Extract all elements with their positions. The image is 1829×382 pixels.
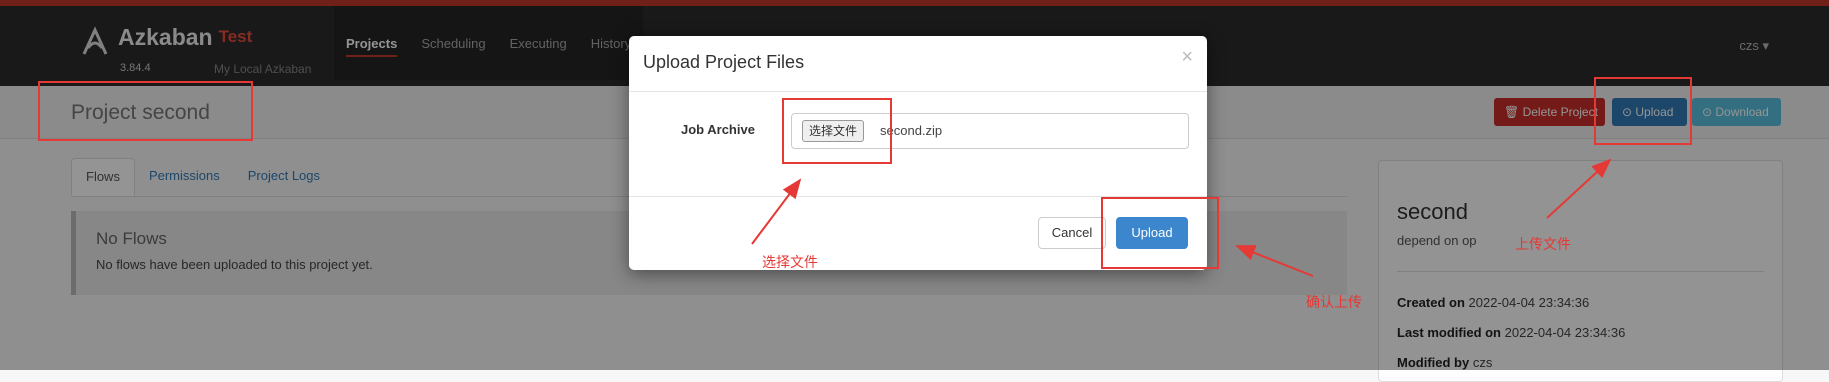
arrow-upload-icon: [1546, 158, 1612, 219]
note-upload-file: 上传文件: [1515, 236, 1571, 252]
note-confirm-upload: 确认上传: [1306, 294, 1362, 310]
arrow-confirm-upload-icon: [1235, 245, 1314, 277]
note-choose-file: 选择文件: [762, 254, 818, 270]
annotation-arrows: [751, 158, 1612, 277]
arrow-choose-file-icon: [751, 178, 802, 245]
